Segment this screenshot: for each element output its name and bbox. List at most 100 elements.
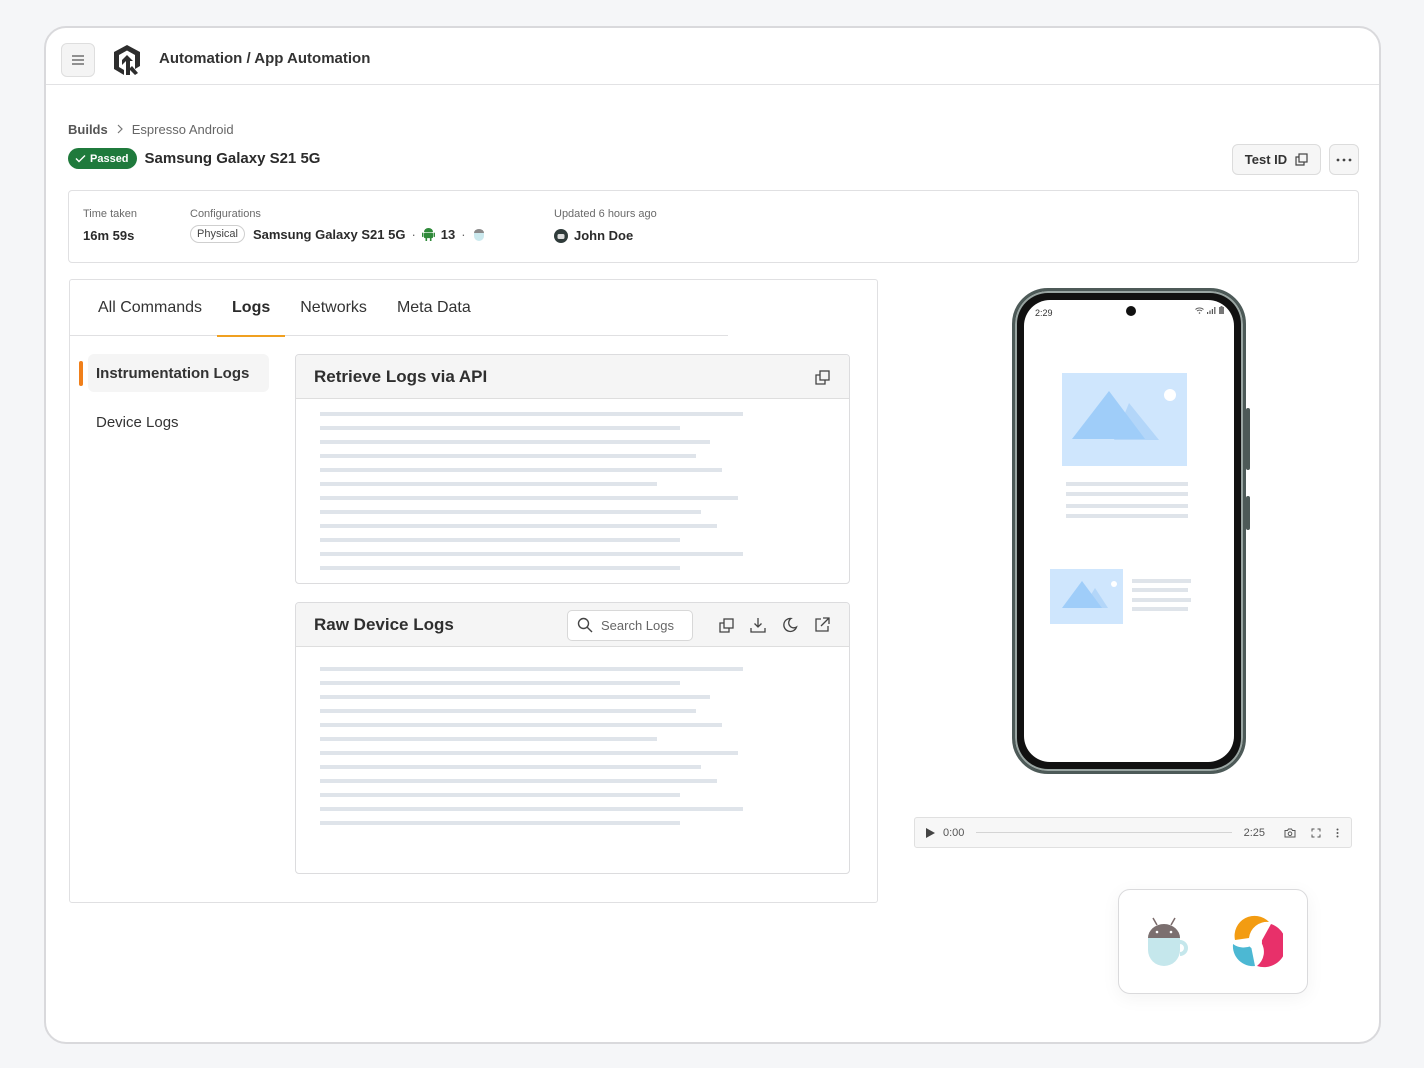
video-progress-slider[interactable]	[976, 832, 1232, 833]
text-placeholder	[1066, 482, 1188, 486]
log-line-placeholder	[320, 552, 743, 556]
tab-bar: All Commands Logs Networks Meta Data	[70, 280, 728, 337]
copy-icon	[1295, 153, 1308, 166]
title-row: Passed Samsung Galaxy S21 5G	[68, 148, 320, 169]
espresso-icon	[473, 229, 484, 241]
volume-button	[1246, 408, 1250, 470]
download-button[interactable]	[749, 616, 767, 634]
log-line-placeholder	[320, 751, 738, 755]
espresso-icon	[1148, 917, 1188, 966]
app-title: Automation / App Automation	[159, 50, 371, 67]
text-placeholder	[1066, 504, 1188, 508]
top-bar: Automation / App Automation	[46, 28, 1379, 85]
fullscreen-button[interactable]	[1307, 824, 1325, 842]
search-logs-input[interactable]: Search Logs	[567, 609, 693, 641]
hamburger-menu-icon	[72, 55, 84, 65]
user: John Doe	[554, 228, 633, 243]
api-logs-tools	[813, 355, 831, 399]
log-line-placeholder	[320, 807, 743, 811]
log-line-placeholder	[320, 709, 696, 713]
phone-frame: 2:29	[1012, 288, 1246, 774]
text-placeholder	[1132, 598, 1191, 602]
updated-label: Updated 6 hours ago	[554, 208, 657, 220]
configurations-label: Configurations	[190, 208, 261, 220]
log-line-placeholder	[320, 510, 701, 514]
api-logs-panel: Retrieve Logs via API	[295, 354, 850, 584]
log-line-placeholder	[320, 426, 680, 430]
copy-button[interactable]	[813, 368, 831, 386]
log-line-placeholder	[320, 454, 696, 458]
test-id-button[interactable]: Test ID	[1232, 144, 1321, 175]
tab-networks[interactable]: Networks	[285, 280, 382, 336]
dark-mode-button[interactable]	[781, 616, 799, 634]
log-line-placeholder	[320, 566, 680, 570]
log-line-placeholder	[320, 482, 657, 486]
play-button[interactable]	[925, 824, 935, 842]
text-placeholder	[1132, 588, 1188, 592]
status-badge-label: Passed	[90, 152, 129, 165]
avatar	[554, 228, 568, 243]
status-badge: Passed	[68, 148, 137, 169]
log-line-placeholder	[320, 765, 701, 769]
api-logs-header: Retrieve Logs via API	[296, 355, 849, 399]
log-line-placeholder	[320, 681, 680, 685]
more-options-button[interactable]	[1329, 144, 1359, 175]
log-type-nav: Instrumentation Logs Device Logs	[78, 354, 269, 452]
status-time: 2:29	[1035, 308, 1053, 318]
check-icon	[75, 155, 86, 163]
tab-logs[interactable]: Logs	[217, 280, 286, 337]
raw-device-logs-panel: Raw Device Logs Search Logs	[295, 602, 850, 874]
device-screen[interactable]: 2:29	[1024, 300, 1234, 762]
device-preview: 2:29	[1012, 288, 1250, 774]
device-type-pill: Physical	[190, 225, 245, 243]
side-item-device-logs[interactable]: Device Logs	[78, 403, 268, 441]
play-icon	[925, 827, 935, 838]
text-placeholder	[1066, 514, 1188, 518]
configurations-value: Physical Samsung Galaxy S21 5G · 13 ·	[190, 225, 486, 243]
screenshot-button[interactable]	[1281, 824, 1299, 842]
log-line-placeholder	[320, 524, 717, 528]
api-logs-content	[296, 399, 849, 570]
search-icon	[577, 617, 593, 633]
tab-all-commands[interactable]: All Commands	[70, 280, 217, 336]
player-menu-button[interactable]	[1333, 824, 1341, 842]
side-item-instrumentation-logs[interactable]: Instrumentation Logs	[79, 354, 269, 392]
copy-icon	[814, 369, 830, 385]
battery-icon	[1219, 306, 1224, 314]
current-time: 0:00	[943, 826, 965, 839]
menu-button[interactable]	[61, 43, 95, 77]
raw-logs-header: Raw Device Logs Search Logs	[296, 603, 849, 647]
log-line-placeholder	[320, 695, 710, 699]
open-external-button[interactable]	[813, 616, 831, 634]
tab-meta-data[interactable]: Meta Data	[382, 280, 486, 336]
mountain-image-icon	[1072, 389, 1176, 440]
mountain-image-icon	[1062, 581, 1117, 608]
breadcrumb-builds[interactable]: Builds	[68, 122, 108, 137]
search-placeholder: Search Logs	[601, 617, 674, 633]
log-line-placeholder	[320, 723, 722, 727]
video-player: 0:00 2:25	[914, 817, 1352, 848]
open-external-icon	[815, 617, 830, 632]
device-name: Samsung Galaxy S21 5G	[252, 226, 406, 242]
fullscreen-icon	[1311, 828, 1321, 837]
test-info-card: Time taken 16m 59s Configurations Physic…	[68, 190, 1359, 263]
test-id-label: Test ID	[1244, 152, 1288, 167]
log-line-placeholder	[320, 737, 657, 741]
wifi-icon	[1195, 307, 1204, 314]
log-line-placeholder	[320, 821, 680, 825]
page-title: Samsung Galaxy S21 5G	[144, 150, 321, 167]
text-placeholder	[1066, 492, 1188, 496]
status-icons	[1195, 306, 1224, 314]
camera-icon	[1284, 828, 1296, 837]
raw-logs-content	[296, 647, 849, 825]
copy-button[interactable]	[717, 616, 735, 634]
log-line-placeholder	[320, 779, 717, 783]
time-taken-value: 16m 59s	[83, 228, 135, 243]
android-icon	[421, 228, 435, 241]
dark-mode-icon	[783, 617, 798, 633]
image-placeholder	[1062, 373, 1187, 466]
raw-logs-tools: Search Logs	[567, 603, 831, 647]
signal-icon	[1207, 307, 1216, 314]
text-placeholder	[1132, 579, 1191, 583]
logs-card: All Commands Logs Networks Meta Data Ins…	[69, 279, 878, 903]
